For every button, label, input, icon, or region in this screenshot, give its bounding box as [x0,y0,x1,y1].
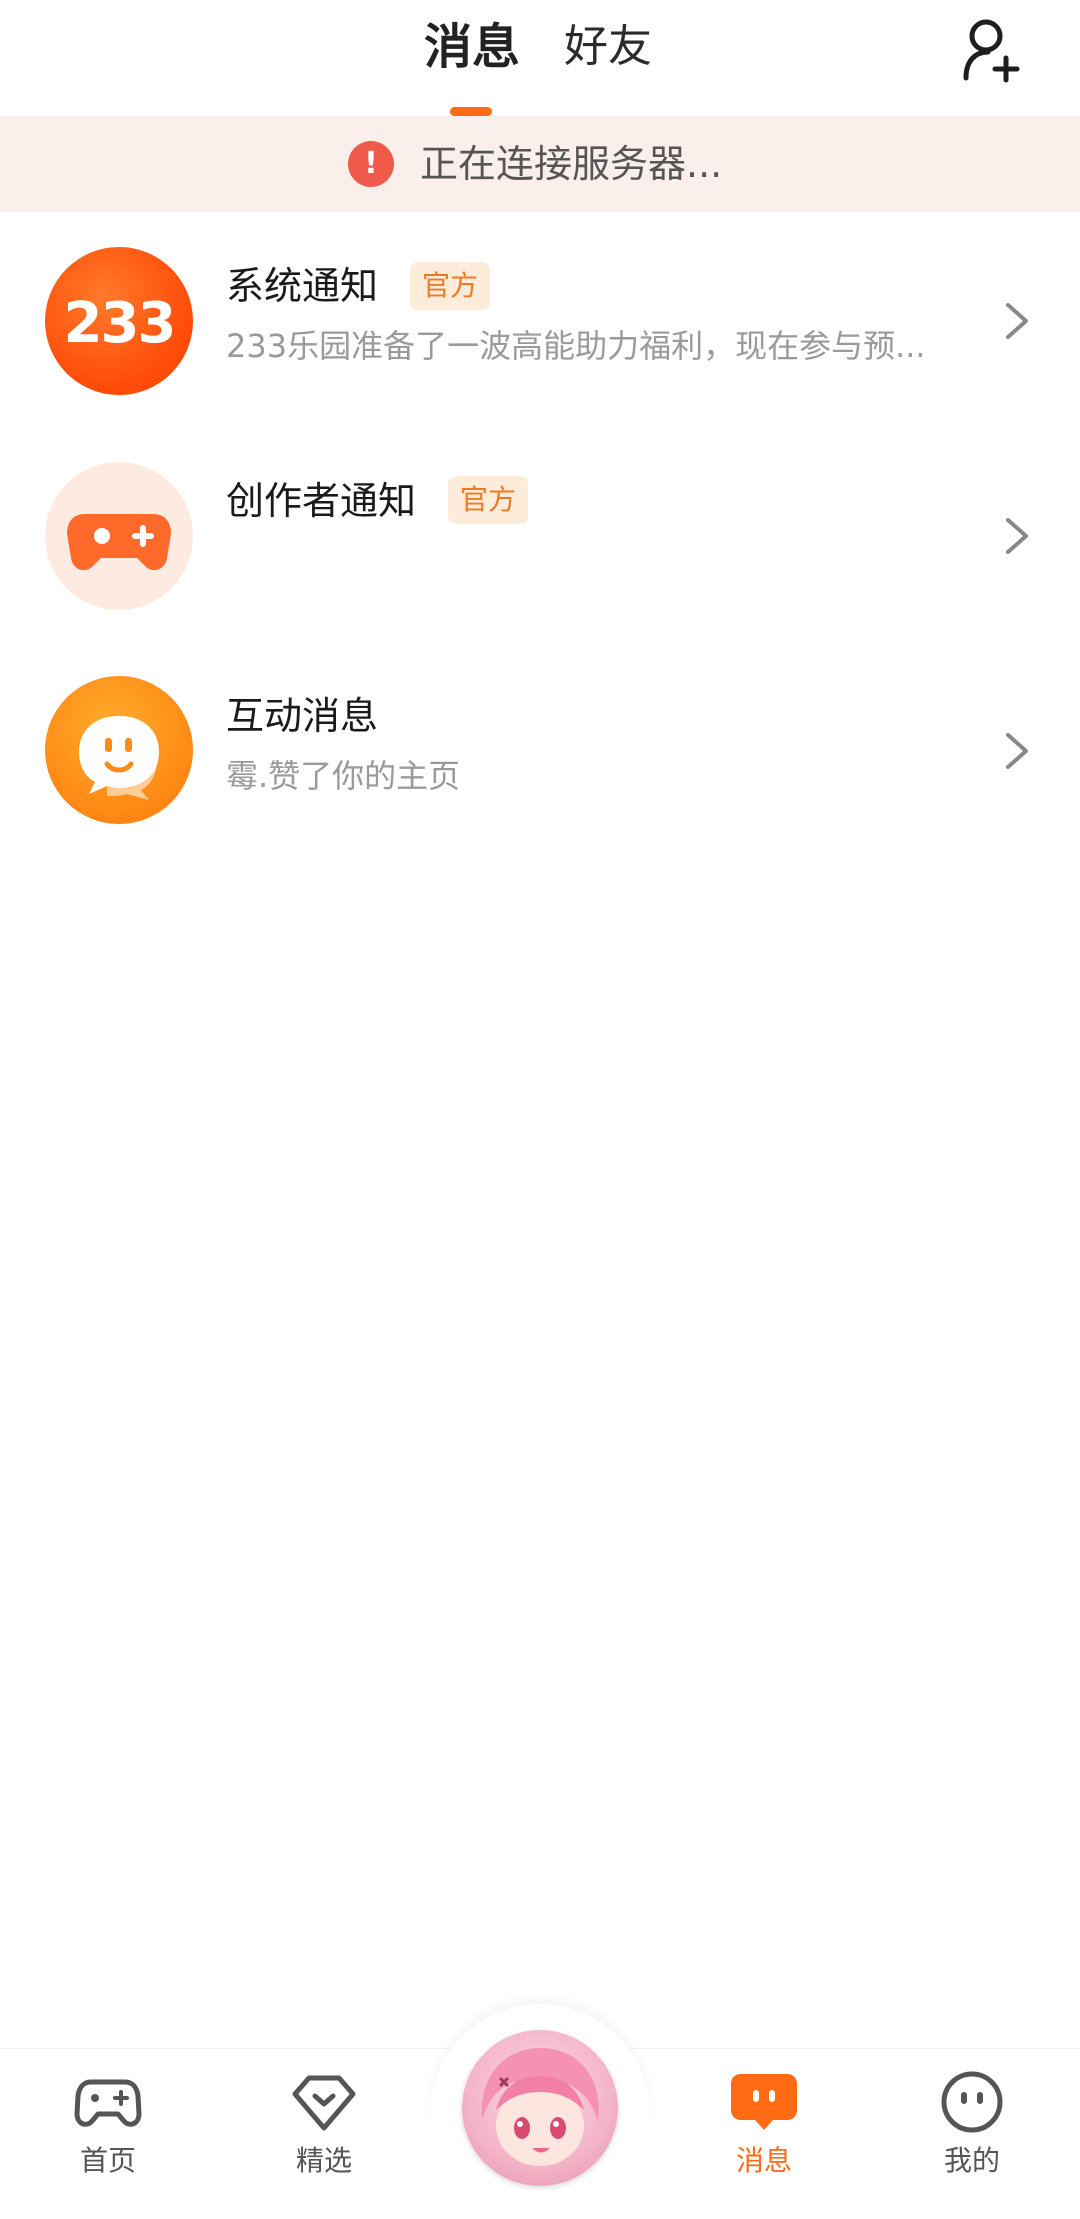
chat-bubble-icon [731,2074,797,2130]
chevron-right-icon [1006,303,1028,339]
system-avatar-text: 233 [63,291,177,356]
nav-home-label: 首页 [79,2144,136,2177]
nav-featured-label: 精选 [295,2144,352,2177]
chevron-right-icon [1006,518,1028,554]
center-avatar-button[interactable] [462,2030,618,2186]
message-title: 系统通知 [226,264,379,308]
tab-messages[interactable]: 消息 [424,12,520,82]
top-bar: 消息 好友 [0,0,1080,116]
nav-mine-label: 我的 [943,2144,1000,2177]
message-title: 互动消息 [226,694,379,738]
smile-face-icon [941,2071,1003,2133]
message-preview: 霉.赞了你的主页 [226,757,461,795]
official-badge: 官方 [410,262,491,310]
nav-home[interactable]: 首页 [38,2070,178,2182]
gamepad-icon [67,514,171,571]
alert-icon: ! [348,141,394,187]
chevron-right-icon [1006,733,1028,769]
connection-status-text: 正在连接服务器... [420,142,723,186]
message-title: 创作者通知 [226,479,417,523]
message-preview: 233乐园准备了一波高能助力福利，现在参与预... [226,327,926,365]
nav-featured[interactable]: 精选 [254,2070,394,2182]
gamepad-icon [74,2079,142,2127]
add-friend-icon[interactable] [960,16,1024,84]
nav-mine[interactable]: 我的 [902,2070,1042,2182]
tab-indicator [450,107,492,116]
character-avatar [481,2048,599,2166]
system-avatar: 233 [45,247,193,395]
official-badge: 官方 [448,476,529,524]
tab-friends[interactable]: 好友 [564,12,652,82]
interaction-avatar [45,676,193,824]
nav-messages-label: 消息 [735,2144,792,2177]
creator-avatar [45,462,193,610]
chat-bubble-icon [79,716,159,800]
heart-diamond-icon [292,2075,356,2131]
nav-messages[interactable]: 消息 [694,2070,834,2182]
